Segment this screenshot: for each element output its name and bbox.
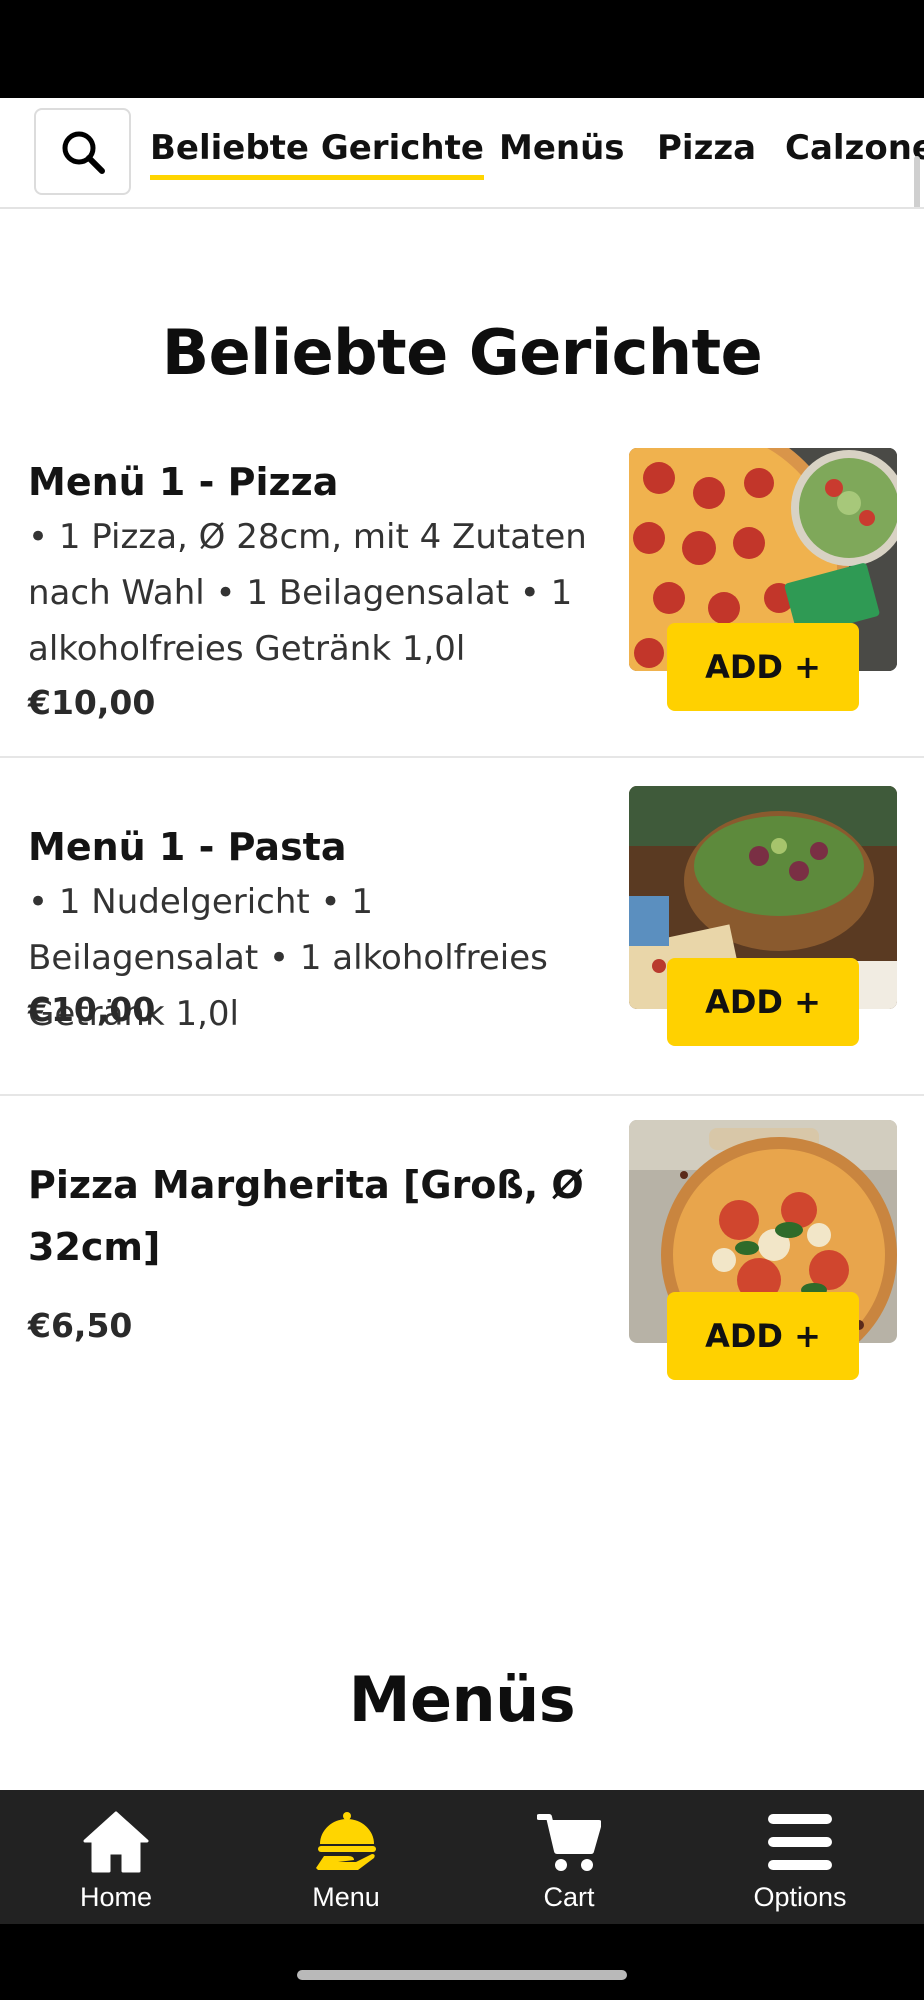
status-bar (0, 0, 924, 98)
section-title: Menüs (348, 1663, 576, 1736)
add-button[interactable]: ADD + (667, 623, 859, 711)
item-price: €10,00 (28, 683, 156, 722)
tab-menus[interactable]: Menüs (499, 128, 625, 168)
menu-item[interactable]: Menü 1 - Pasta • 1 Nudelgericht • 1 Beil… (0, 758, 924, 1096)
menu-item[interactable]: Menü 1 - Pizza • 1 Pizza, Ø 28cm, mit 4 … (0, 433, 924, 758)
item-description: • 1 Pizza, Ø 28cm, mit 4 Zutaten nach Wa… (28, 517, 587, 669)
tab-options[interactable]: Options (700, 1790, 900, 1924)
search-icon (62, 131, 105, 174)
section-title: Beliebte Gerichte (161, 316, 763, 389)
tab-calzone[interactable]: Calzone (785, 128, 924, 168)
tab-menu[interactable]: Menu (246, 1790, 446, 1924)
tab-label: Options (753, 1882, 847, 1912)
category-nav: Beliebte Gerichte Menüs Pizza Calzone (0, 98, 924, 209)
tab-label: Menu (312, 1882, 380, 1912)
system-home-area (0, 1924, 924, 2000)
item-name: Menü 1 - Pasta (28, 825, 347, 869)
nav-scrollbar (914, 156, 920, 207)
add-button[interactable]: ADD + (667, 1292, 859, 1380)
item-name: Menü 1 - Pizza (28, 460, 339, 504)
tab-label: Cart (543, 1882, 595, 1912)
item-price: €6,50 (28, 1306, 133, 1345)
menu-page: Beliebte Gerichte Menüs Pizza Calzone Be… (0, 98, 924, 1790)
tab-label: Home (79, 1882, 153, 1912)
search-button[interactable] (34, 108, 131, 195)
tab-beliebte-gerichte[interactable]: Beliebte Gerichte (150, 128, 484, 180)
add-button[interactable]: ADD + (667, 958, 859, 1046)
options-icon (768, 1808, 832, 1876)
tab-pizza[interactable]: Pizza (657, 128, 756, 168)
home-indicator[interactable] (297, 1970, 627, 1980)
menu-item[interactable]: Pizza Margherita [Groß, Ø 32cm] €6,50 AD… (0, 1096, 924, 1426)
cart-icon (537, 1808, 601, 1876)
tab-cart[interactable]: Cart (469, 1790, 669, 1924)
item-price: €10,00 (28, 990, 156, 1029)
tab-home[interactable]: Home (16, 1790, 216, 1924)
bottom-tab-bar: Home Menu Cart Options (0, 1790, 924, 1924)
item-name: Pizza Margherita [Groß, Ø 32cm] (28, 1163, 584, 1269)
menu-icon (314, 1808, 378, 1876)
home-icon (83, 1808, 149, 1876)
